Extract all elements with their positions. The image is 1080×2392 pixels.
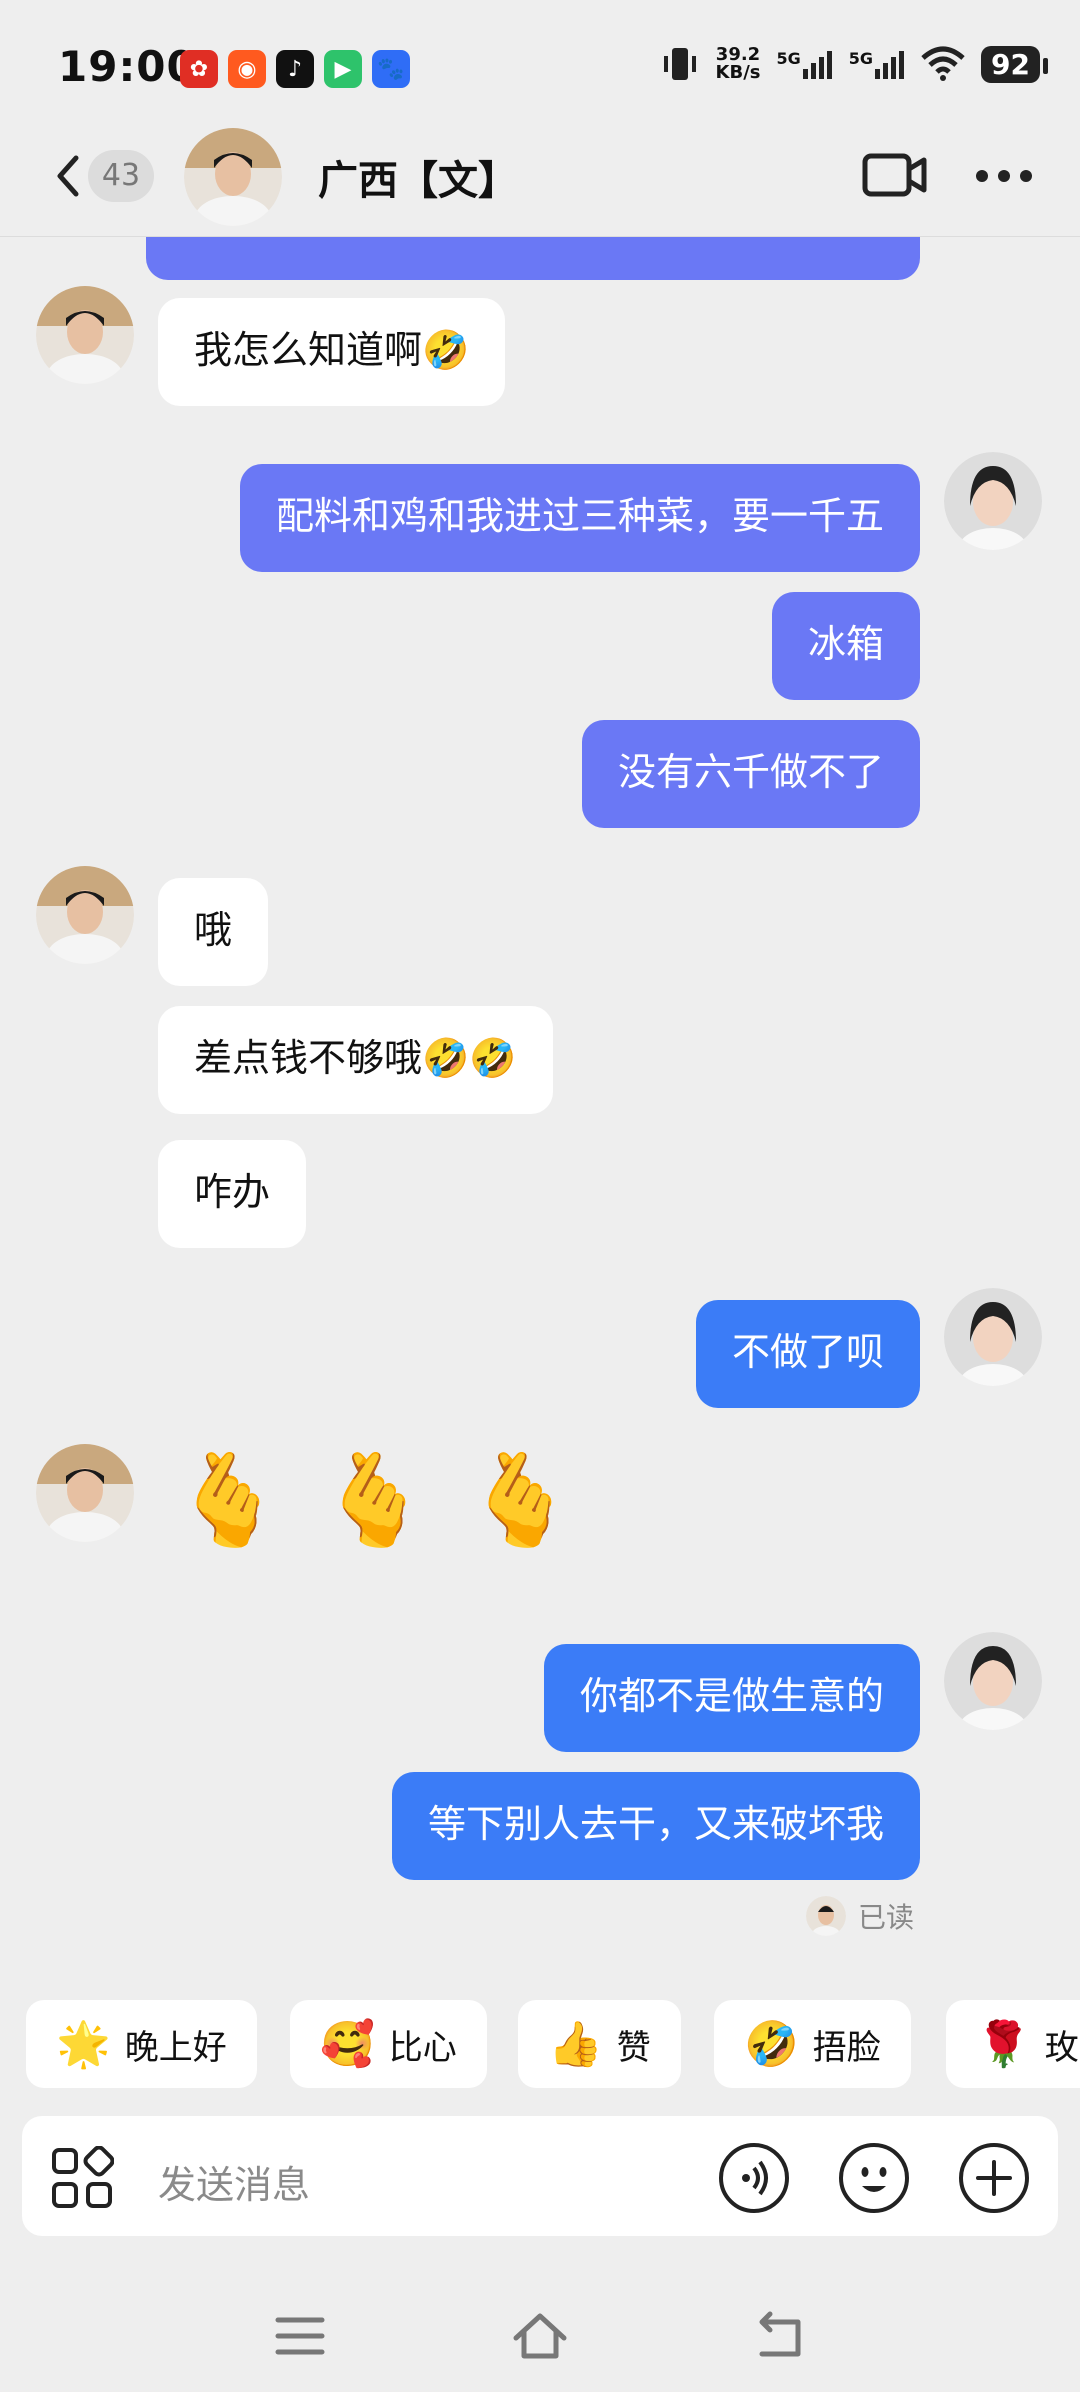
quick-reply-heart[interactable]: 🥰 比心 [290,2000,487,2088]
contact-avatar[interactable] [36,1444,134,1542]
quick-reply-like[interactable]: 👍 赞 [518,2000,681,2088]
notification-icons: ✿ ◉ ♪ ▶ 🐾 [180,50,410,88]
outgoing-message[interactable]: 你都不是做生意的 [543,1644,920,1752]
back-nav-icon[interactable] [752,2308,808,2364]
heart-face-icon: 🥰 [320,2019,375,2070]
kuaishou-icon: ◉ [228,50,266,88]
baidu-icon: 🐾 [372,50,410,88]
video-app-icon: ▶ [324,50,362,88]
contact-name[interactable]: 广西【文】 [318,148,518,206]
home-icon[interactable] [512,2308,568,2364]
chat-header: 43 广西【文】 [0,128,1080,237]
battery-indicator: 92 [981,45,1048,83]
system-icons: 39.2 KB/s 5G 5G 92 [660,44,1048,84]
voice-message-icon[interactable] [718,2142,790,2214]
pinduoduo-icon: ✿ [180,50,218,88]
star-icon: 🌟 [56,2019,111,2070]
read-receipt: 已读 [805,1896,914,1936]
vibrate-icon [663,48,696,80]
net-speed: 39.2 KB/s [715,44,761,83]
status-bar: 19:00 ✿ ◉ ♪ ▶ 🐾 39.2 KB/s 5G 5G 92 [0,0,1080,128]
tiktok-icon: ♪ [276,50,314,88]
outgoing-message[interactable]: 冰箱 [771,592,920,700]
my-avatar[interactable] [944,452,1042,550]
outgoing-message[interactable]: 等下别人去干，又来破坏我 [391,1772,920,1880]
finger-heart-emoji-message[interactable]: 🫰🫰🫰 [172,1446,610,1556]
outgoing-message[interactable]: 没有六千做不了 [581,720,920,828]
contact-avatar[interactable] [36,866,134,964]
unread-count-badge[interactable]: 43 [88,150,154,202]
contact-avatar[interactable] [36,286,134,384]
more-options-icon[interactable] [974,168,1034,184]
video-call-icon[interactable] [862,150,928,200]
incoming-message[interactable]: 咋办 [158,1140,307,1248]
quick-reply-bar[interactable]: 🌟 晚上好 🥰 比心 👍 赞 🤣 捂脸 🌹 玫 [0,2000,1080,2090]
read-status-text: 已读 [857,1901,914,1934]
contact-avatar[interactable] [184,128,282,226]
message-input-bar: 发送消息 [22,2116,1058,2236]
message-list[interactable]: 我怎么知道啊🤣 配料和鸡和我进过三种菜，要一千五 冰箱 没有六千做不了 哦 差点… [0,236,1080,1976]
incoming-message[interactable]: 哦 [158,878,269,986]
clock: 19:00 [58,42,197,91]
message-input[interactable]: 发送消息 [158,2154,310,2209]
my-avatar[interactable] [944,1632,1042,1730]
outgoing-message[interactable]: 不做了呗 [695,1300,920,1408]
wifi-icon [921,46,965,81]
signal-2-icon: 5G [849,49,905,79]
my-avatar[interactable] [944,1288,1042,1386]
incoming-message[interactable]: 我怎么知道啊🤣 [158,298,506,406]
system-nav-bar [0,2282,1080,2392]
apps-grid-icon[interactable] [50,2146,114,2210]
signal-1-icon: 5G [777,49,833,79]
message-bubble-cutoff[interactable] [146,236,920,280]
quick-reply-facepalm[interactable]: 🤣 捂脸 [714,2000,911,2088]
laughing-crying-icon: 🤣 [744,2019,799,2070]
plus-icon[interactable] [958,2142,1030,2214]
quick-reply-good-evening[interactable]: 🌟 晚上好 [26,2000,257,2088]
incoming-message[interactable]: 差点钱不够哦🤣🤣 [158,1006,553,1114]
emoji-icon[interactable] [838,2142,910,2214]
thumbs-up-icon: 👍 [548,2019,603,2070]
outgoing-message[interactable]: 配料和鸡和我进过三种菜，要一千五 [239,464,920,572]
quick-reply-rose[interactable]: 🌹 玫 [946,2000,1080,2088]
reader-avatar [805,1896,846,1936]
back-arrow-icon[interactable] [48,146,88,206]
rose-icon: 🌹 [976,2019,1031,2070]
menu-icon[interactable] [272,2308,328,2364]
